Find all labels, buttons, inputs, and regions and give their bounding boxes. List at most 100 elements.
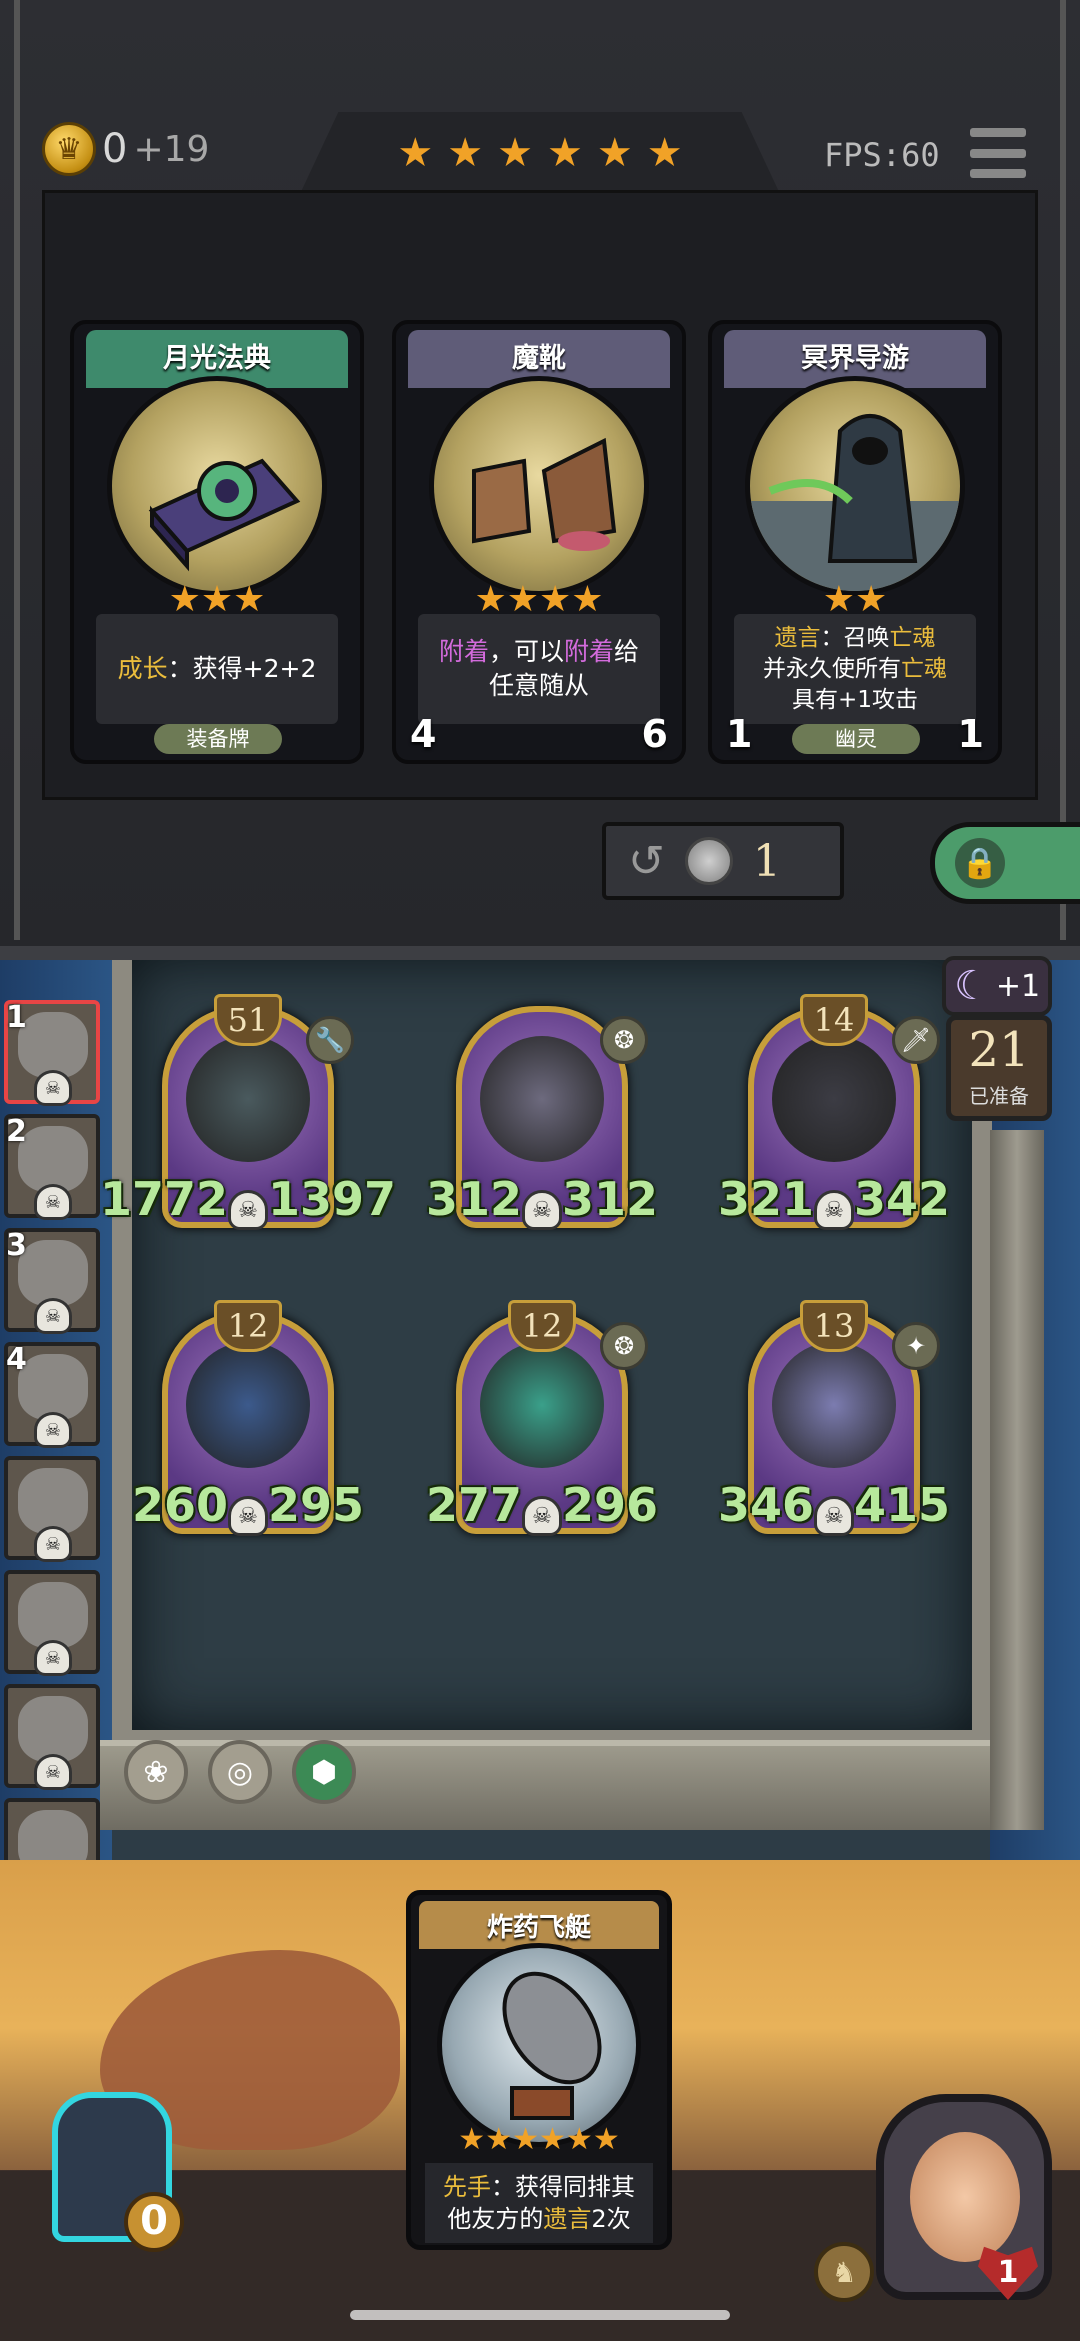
opponent-slot[interactable]: ☠ bbox=[4, 1456, 100, 1562]
board-minion[interactable]: 14 🗡 321 ☠ 342 bbox=[718, 994, 950, 1234]
menu-button[interactable] bbox=[970, 128, 1026, 178]
opponent-slot[interactable]: ☠ bbox=[4, 1570, 100, 1676]
card-stars: ★★★★★★ bbox=[411, 2125, 667, 2155]
card-art-boots bbox=[429, 376, 649, 596]
skull-icon: ☠ bbox=[34, 1298, 72, 1334]
bag-count: 0 bbox=[124, 2192, 184, 2252]
skull-icon: ☠ bbox=[228, 1190, 268, 1230]
opponent-avatar bbox=[18, 1696, 88, 1762]
desc-text: ：召唤 bbox=[820, 624, 890, 651]
opponent-avatar bbox=[18, 1126, 88, 1192]
opponent-avatar bbox=[18, 1012, 88, 1078]
desc-text: ：获得+2+2 bbox=[167, 654, 317, 683]
skull-icon: ☠ bbox=[522, 1496, 562, 1536]
tier-star-icon: ★ bbox=[447, 130, 484, 176]
tier-star-icon: ★ bbox=[646, 130, 683, 176]
book-icon bbox=[148, 458, 301, 572]
minion-health: 296 bbox=[562, 1478, 659, 1532]
refresh-icon: ↺ bbox=[628, 835, 665, 887]
minion-portrait bbox=[772, 1342, 896, 1468]
shop-panel: ♛ 0 +19 ★ ★ ★ ★ ★ ★ FPS:60 月光法典 ★★★ 成长：获… bbox=[0, 0, 1080, 960]
opponent-avatar bbox=[18, 1582, 88, 1648]
tribe-icon: ❂ bbox=[600, 1322, 648, 1370]
ready-counter: 21 已准备 bbox=[946, 1015, 1052, 1121]
card-art-book bbox=[107, 376, 327, 596]
opponent-slot[interactable]: 2 ☠ bbox=[4, 1114, 100, 1220]
shop-card-magic-boots[interactable]: 魔靴 ★★★★ 附着，可以附着给 任意随从 4 6 bbox=[392, 320, 686, 764]
desc-text: 并永久使所有 bbox=[763, 655, 901, 682]
card-star-icon: ★ bbox=[539, 2122, 566, 2157]
equipment-slot-ring-icon[interactable]: ◎ bbox=[208, 1740, 272, 1804]
tribe-icon: ❂ bbox=[600, 1016, 648, 1064]
equipment-slot-hex-icon[interactable]: ⬢ bbox=[292, 1740, 356, 1804]
opponent-slot[interactable]: 4 ☠ bbox=[4, 1342, 100, 1448]
card-description: 遗言：召唤亡魂 并永久使所有亡魂 具有+1攻击 bbox=[734, 614, 976, 724]
refresh-cost: 1 bbox=[752, 835, 781, 887]
minion-attack: 1772 bbox=[99, 1172, 228, 1226]
desc-text: 具有+1攻击 bbox=[792, 686, 918, 713]
minion-attack: 277 bbox=[425, 1478, 522, 1532]
keyword-spirit: 亡魂 bbox=[901, 655, 947, 682]
skull-icon: ☠ bbox=[34, 1070, 72, 1106]
card-star-icon: ★ bbox=[565, 2122, 593, 2157]
card-name: 魔靴 bbox=[512, 343, 566, 374]
lock-shop-button[interactable]: 🔒 bbox=[930, 822, 1080, 904]
desc-text: 2次 bbox=[591, 2205, 631, 2233]
health-value: 6 bbox=[641, 712, 668, 756]
card-tribe: 装备牌 bbox=[154, 724, 282, 754]
health-value: 1 bbox=[957, 712, 984, 756]
ready-label: 已准备 bbox=[969, 1084, 1029, 1108]
minion-portrait bbox=[480, 1342, 604, 1468]
opponent-slot[interactable]: 1 ☠ bbox=[4, 1000, 100, 1106]
minion-health: 342 bbox=[854, 1172, 951, 1226]
opponent-avatar bbox=[18, 1240, 88, 1306]
card-stars: ★★★ bbox=[168, 579, 266, 620]
board-pillar bbox=[990, 1130, 1044, 1830]
minion-attack: 260 bbox=[131, 1478, 228, 1532]
skull-icon: ☠ bbox=[228, 1496, 268, 1536]
card-star-icon: ★ bbox=[485, 2122, 513, 2157]
fps-counter: FPS:60 bbox=[824, 136, 940, 174]
equipment-slot-flower-icon[interactable]: ❀ bbox=[124, 1740, 188, 1804]
hero-power-button[interactable]: ♞ bbox=[814, 2242, 874, 2302]
moon-bonus-value: +1 bbox=[995, 968, 1041, 1004]
hand-card-dynamite-airship[interactable]: 炸药飞艇 ★★★★★★ 先手：获得同排其 他友方的遗言2次 bbox=[406, 1890, 672, 2250]
desc-text: ，可以 bbox=[488, 637, 564, 666]
minion-portrait bbox=[186, 1342, 310, 1468]
skull-icon: ☠ bbox=[34, 1184, 72, 1220]
card-name: 月光法典 bbox=[163, 343, 271, 374]
skull-icon: ☠ bbox=[34, 1640, 72, 1676]
opponent-rank: 2 bbox=[6, 1114, 27, 1149]
card-stars: ★★★★ bbox=[474, 579, 604, 620]
opponent-slot[interactable]: 3 ☠ bbox=[4, 1228, 100, 1334]
minion-portrait bbox=[480, 1036, 604, 1162]
tier-star-icon: ★ bbox=[596, 130, 633, 176]
lock-icon: 🔒 bbox=[955, 838, 1005, 888]
opponent-slot[interactable]: ☠ bbox=[4, 1684, 100, 1790]
board-minion[interactable]: 51 🔧 1772 ☠ 1397 bbox=[100, 994, 396, 1234]
minion-attack: 346 bbox=[717, 1478, 814, 1532]
minion-health: 312 bbox=[562, 1172, 659, 1226]
board-minion[interactable]: 13 ✦ 346 ☠ 415 bbox=[718, 1300, 950, 1540]
board-minion[interactable]: 12 ❂ 277 ☠ 296 bbox=[426, 1300, 658, 1540]
tier-star-icon: ★ bbox=[397, 130, 434, 176]
card-description: 成长：获得+2+2 bbox=[96, 614, 338, 724]
refresh-shop-button[interactable]: ↺ 1 bbox=[602, 822, 844, 900]
home-indicator[interactable] bbox=[350, 2310, 730, 2320]
board-minion[interactable]: ❂ 312 ☠ 312 bbox=[426, 994, 658, 1234]
wrench-icon: 🔧 bbox=[306, 1016, 354, 1064]
shop-card-moonlight-codex[interactable]: 月光法典 ★★★ 成长：获得+2+2 装备牌 bbox=[70, 320, 364, 764]
skull-icon: ☠ bbox=[814, 1496, 854, 1536]
minion-attack: 312 bbox=[425, 1172, 522, 1226]
minion-portrait bbox=[772, 1036, 896, 1162]
keyword-attach: 附着 bbox=[438, 637, 489, 666]
ready-count: 21 bbox=[968, 1022, 1030, 1078]
tavern-tier-stars: ★ ★ ★ ★ ★ ★ bbox=[300, 112, 780, 194]
minion-health: 1397 bbox=[268, 1172, 397, 1226]
shop-card-underworld-guide[interactable]: 冥界导游 ★★ 遗言：召唤亡魂 并永久使所有亡魂 具有+1攻击 幽灵 1 1 bbox=[708, 320, 1002, 764]
attack-value: 1 bbox=[726, 712, 753, 756]
board-minion[interactable]: 12 260 ☠ 295 bbox=[132, 1300, 364, 1540]
keyword-deathrattle: 遗言 bbox=[774, 624, 821, 651]
keyword-attach: 附着 bbox=[564, 637, 615, 666]
hooded-figure-icon bbox=[750, 414, 960, 591]
